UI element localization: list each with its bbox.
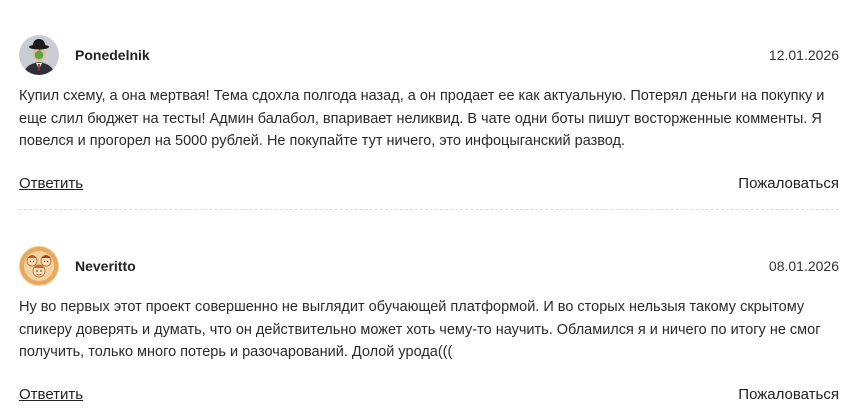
comment-actions: Ответить Пожаловаться <box>19 175 839 195</box>
avatar <box>19 246 59 286</box>
comment: Ponedelnik 12.01.2026 Купил схему, а она… <box>19 35 839 192</box>
comment-actions: Ответить Пожаловаться <box>19 386 839 406</box>
report-link[interactable]: Пожаловаться <box>738 175 839 192</box>
comment-header: Ponedelnik 12.01.2026 <box>19 35 839 77</box>
comment-author: Neveritto <box>75 258 136 274</box>
comment-date: 08.01.2026 <box>768 258 839 274</box>
reply-link[interactable]: Ответить <box>19 175 83 192</box>
comment-text: Купил схему, а она мертвая! Тема сдохла … <box>19 88 825 149</box>
comment-date: 12.01.2026 <box>768 47 839 63</box>
comment-divider <box>19 209 839 210</box>
avatar <box>19 35 59 75</box>
comment-text: Ну во первых этот проект совершенно не в… <box>19 299 821 360</box>
comments-list: Ponedelnik 12.01.2026 Купил схему, а она… <box>0 0 857 415</box>
reply-link[interactable]: Ответить <box>19 386 83 403</box>
report-link[interactable]: Пожаловаться <box>738 386 839 403</box>
comment-author: Ponedelnik <box>75 47 150 63</box>
comment: Neveritto 08.01.2026 Ну во первых этот п… <box>19 246 839 403</box>
comment-header: Neveritto 08.01.2026 <box>19 246 839 288</box>
